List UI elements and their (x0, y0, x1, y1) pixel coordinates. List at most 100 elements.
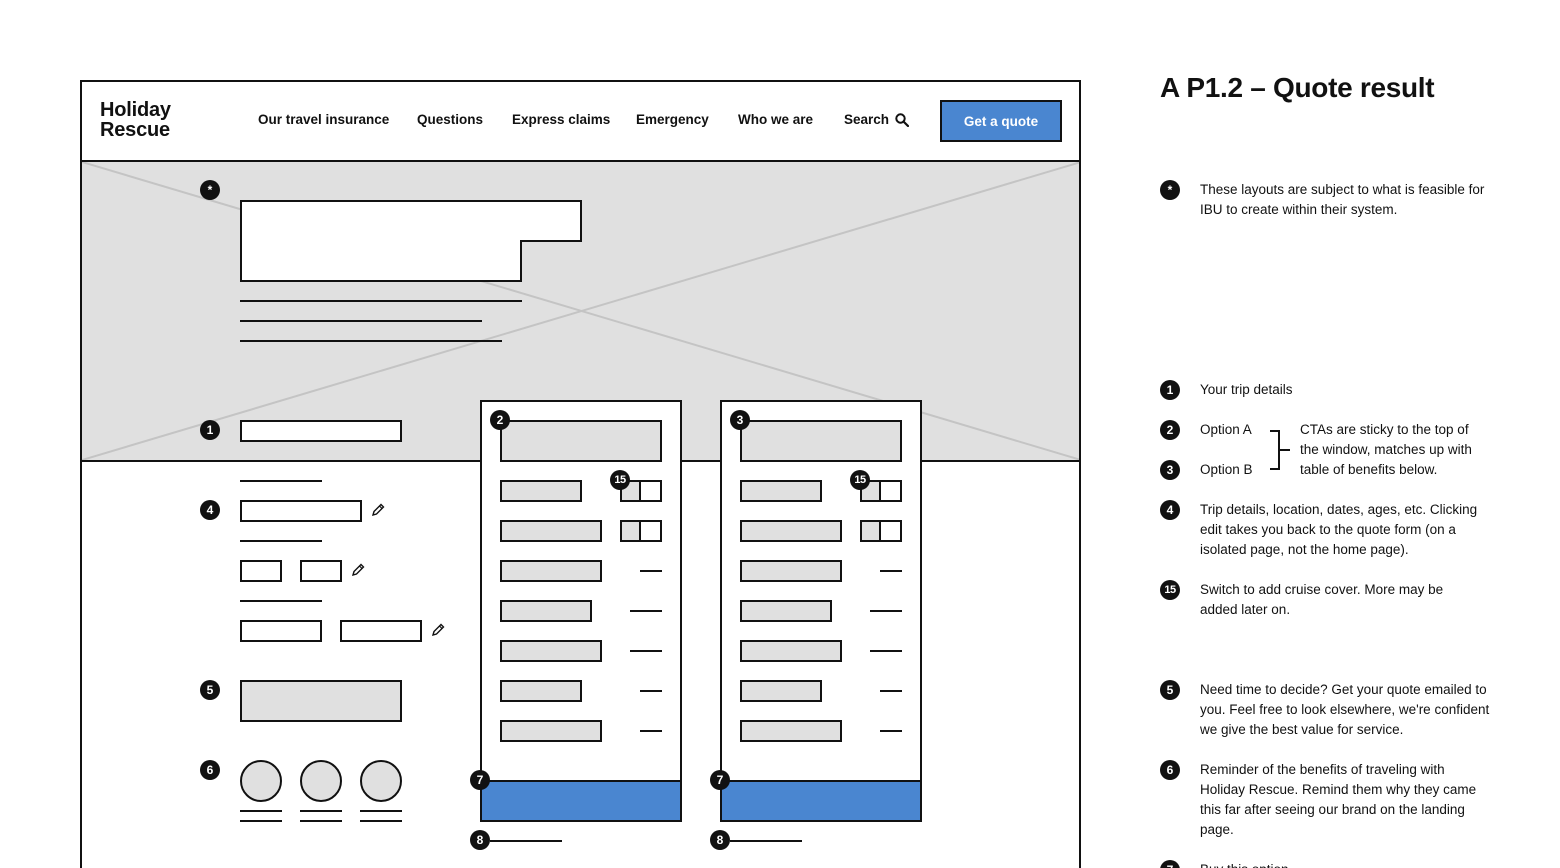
field-label-line (240, 600, 322, 602)
wireframe-frame: Holiday Rescue Our travel insurance Ques… (80, 80, 1081, 868)
option-b-footnote-line (730, 840, 802, 842)
benefit-row-value (870, 650, 902, 652)
benefit-row-label (500, 520, 602, 542)
cover-toggle[interactable] (860, 520, 902, 542)
buy-option-a-button[interactable] (480, 780, 682, 822)
marker-7: 7 (470, 770, 490, 790)
note-star: These layouts are subject to what is fea… (1200, 182, 1485, 217)
benefit-row-label (740, 720, 842, 742)
buy-option-b-button[interactable] (720, 780, 922, 822)
field-label-line (240, 540, 322, 542)
benefit-icon (360, 760, 402, 802)
marker-5: 5 (200, 680, 220, 700)
benefit-row-label (740, 520, 842, 542)
nav-item-our-travel-insurance[interactable]: Our travel insurance (258, 112, 389, 127)
note-marker-5: 5 (1160, 680, 1180, 700)
benefit-text-line (360, 820, 402, 822)
benefit-row-value (870, 610, 902, 612)
note-marker-2: 2 (1160, 420, 1180, 440)
email-quote-button[interactable] (240, 680, 402, 722)
marker-15: 15 (610, 470, 630, 490)
benefit-row-value (880, 570, 902, 572)
options-bracket-tick (1280, 449, 1290, 451)
note-marker-7: 7 (1160, 860, 1180, 868)
logo-line-2: Rescue (100, 119, 170, 141)
note-3: Option B (1200, 462, 1253, 477)
benefit-row-value (640, 570, 662, 572)
note-marker-1: 1 (1160, 380, 1180, 400)
pencil-icon[interactable] (370, 502, 386, 518)
search-link[interactable]: Search (844, 112, 910, 127)
location-field[interactable] (240, 500, 362, 522)
benefit-row-label (500, 600, 592, 622)
page-title: A P1.2 – Quote result (1160, 72, 1435, 103)
nav-item-express-claims[interactable]: Express claims (512, 112, 610, 127)
option-a-header (500, 420, 662, 462)
marker-8: 8 (470, 830, 490, 850)
cover-toggle[interactable] (620, 520, 662, 542)
search-icon (895, 112, 910, 127)
marker-2: 2 (490, 410, 510, 430)
benefit-row-label (740, 480, 822, 502)
get-a-quote-button[interactable]: Get a quote (940, 100, 1062, 142)
nav-item-questions[interactable]: Questions (417, 112, 483, 127)
hero-text-line (240, 320, 482, 322)
logo-line-1: Holiday (100, 99, 171, 121)
benefit-row-label (500, 680, 582, 702)
marker-3: 3 (730, 410, 750, 430)
note-marker-3: 3 (1160, 460, 1180, 480)
benefit-row-value (880, 690, 902, 692)
benefit-icon (300, 760, 342, 802)
date-to-field[interactable] (300, 560, 342, 582)
nav-item-emergency[interactable]: Emergency (636, 112, 709, 127)
note-bracket: CTAs are sticky to the top of the window… (1300, 422, 1472, 477)
benefit-row-value (640, 730, 662, 732)
marker-6: 6 (200, 760, 220, 780)
note-marker-15: 15 (1160, 580, 1180, 600)
benefit-text-line (360, 810, 402, 812)
option-b-header (740, 420, 902, 462)
benefit-row-value (880, 730, 902, 732)
travellers-field[interactable] (340, 620, 422, 642)
benefit-text-line (300, 820, 342, 822)
benefit-row-label (740, 680, 822, 702)
logo[interactable]: Holiday Rescue (100, 100, 171, 140)
note-marker-6: 6 (1160, 760, 1180, 780)
benefit-row-label (740, 640, 842, 662)
benefit-row-label (740, 560, 842, 582)
benefit-icon (240, 760, 282, 802)
marker-8: 8 (710, 830, 730, 850)
trip-details-bar (240, 420, 402, 442)
pencil-icon[interactable] (430, 622, 446, 638)
benefit-row-label (500, 720, 602, 742)
nav-item-who-we-are[interactable]: Who we are (738, 112, 813, 127)
site-header: Holiday Rescue Our travel insurance Ques… (82, 82, 1079, 162)
note-2: Option A (1200, 422, 1252, 437)
benefit-row-label (500, 560, 602, 582)
benefit-text-line (240, 810, 282, 812)
options-bracket (1270, 430, 1280, 470)
benefit-row-label (500, 480, 582, 502)
benefit-row-value (630, 610, 662, 612)
hero-text-line (240, 340, 502, 342)
benefit-text-line (240, 820, 282, 822)
marker-1: 1 (200, 420, 220, 440)
benefit-text-line (300, 810, 342, 812)
benefit-row-label (740, 600, 832, 622)
ages-field[interactable] (240, 620, 322, 642)
note-7: Buy this option (1200, 860, 1490, 868)
benefit-row-label (500, 640, 602, 662)
field-label-line (240, 480, 322, 482)
marker-4: 4 (200, 500, 220, 520)
benefit-row-value (630, 650, 662, 652)
marker-15: 15 (850, 470, 870, 490)
search-label: Search (844, 112, 890, 127)
option-b-card (720, 400, 922, 822)
note-5: Need time to decide? Get your quote emai… (1200, 682, 1490, 737)
date-from-field[interactable] (240, 560, 282, 582)
marker-7: 7 (710, 770, 730, 790)
pencil-icon[interactable] (350, 562, 366, 578)
note-4: Trip details, location, dates, ages, etc… (1200, 502, 1478, 557)
hero-text-line (240, 300, 522, 302)
option-a-card (480, 400, 682, 822)
